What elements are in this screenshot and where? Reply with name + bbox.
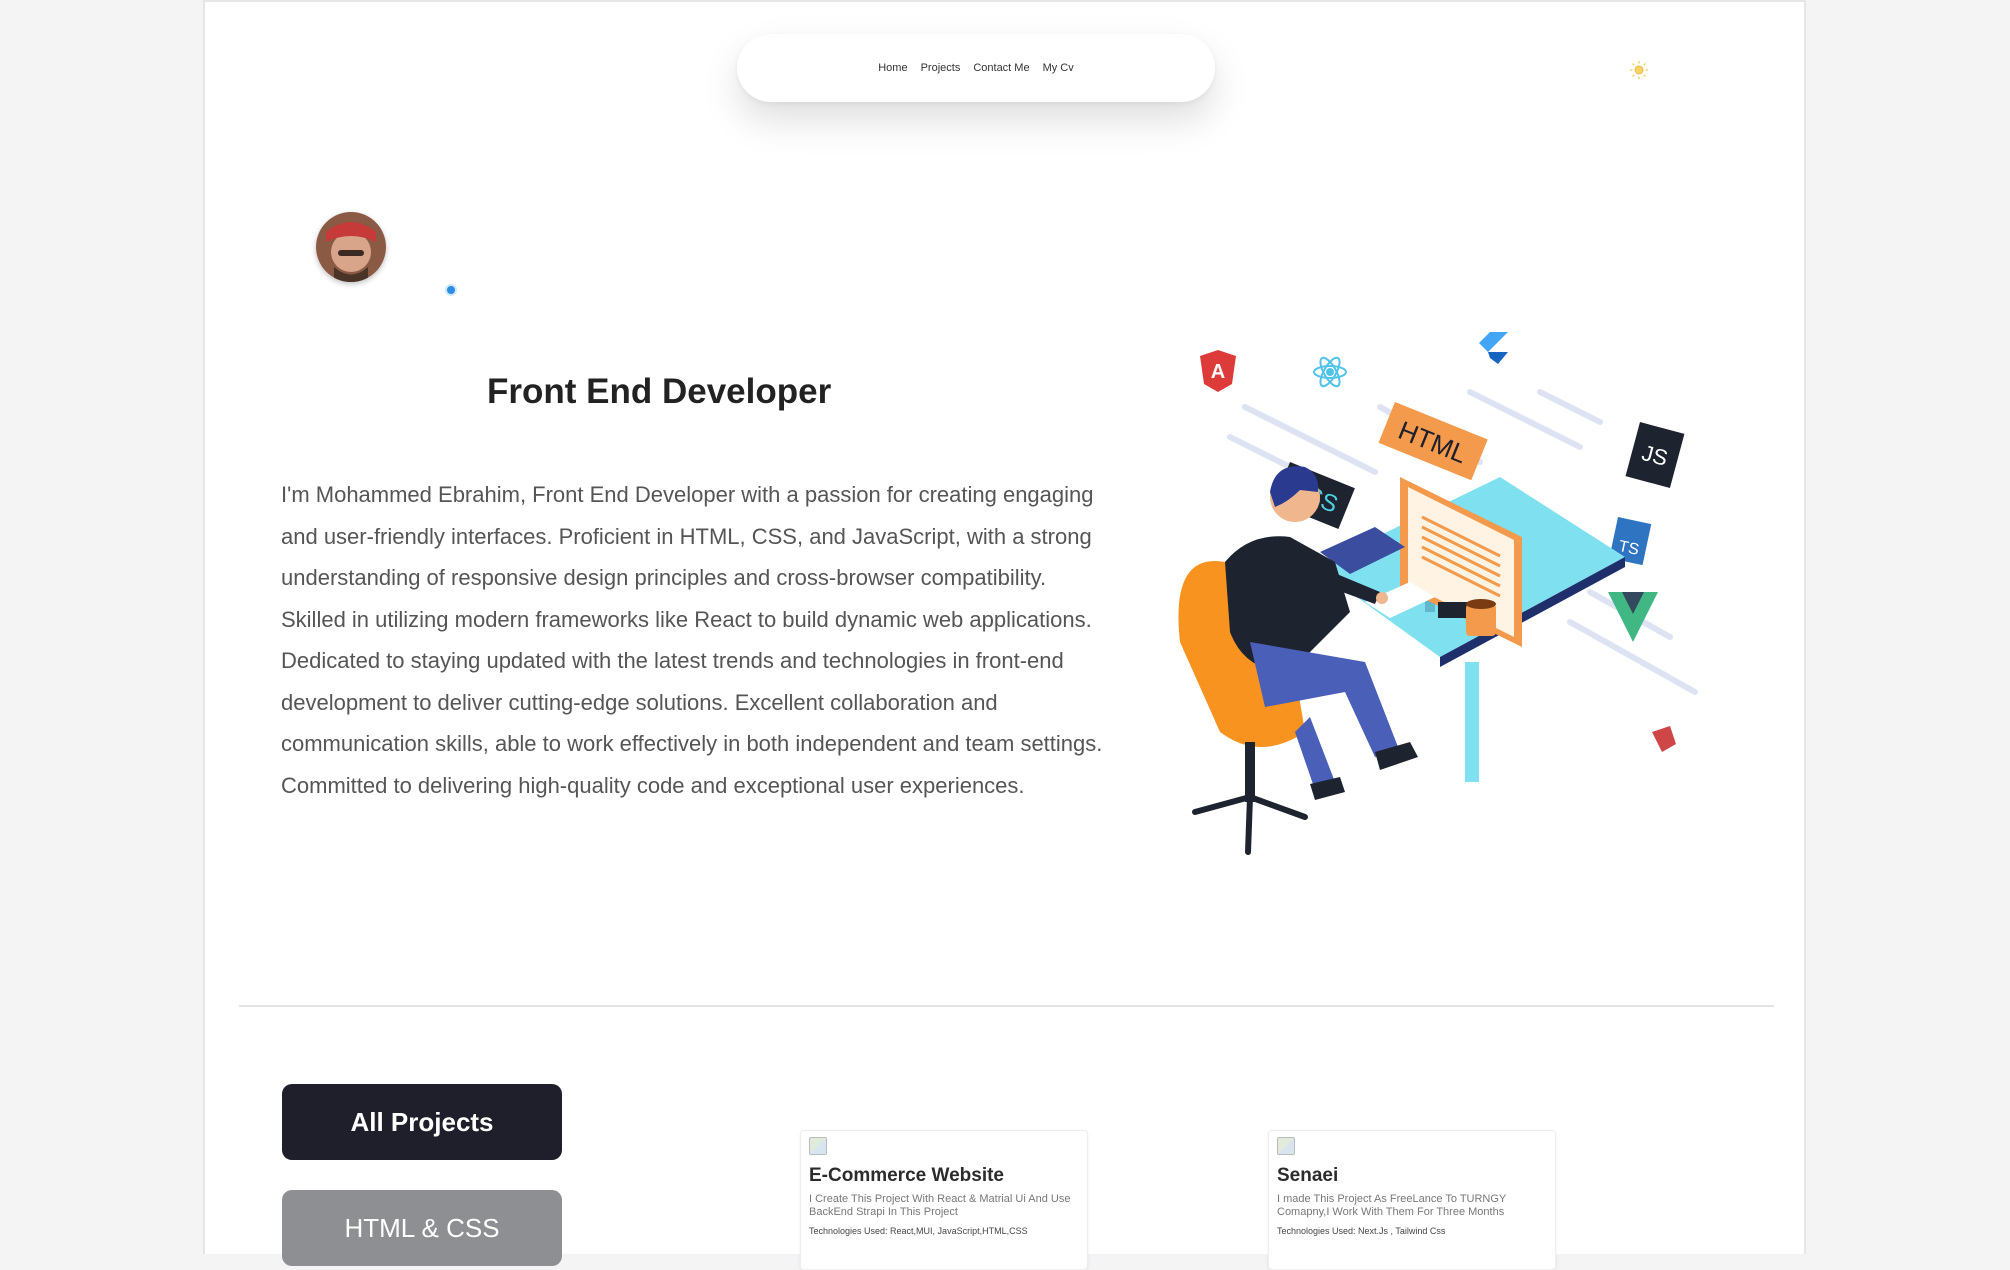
tool-icon — [1652, 726, 1676, 752]
section-divider — [239, 1005, 1774, 1007]
top-nav: Home Projects Contact Me My Cv — [737, 34, 1215, 102]
hero-description: I'm Mohammed Ebrahim, Front End Develope… — [281, 482, 1103, 798]
project-technologies: Technologies Used: React,MUI, JavaScript… — [809, 1226, 1028, 1236]
coffee-mug — [1466, 599, 1496, 636]
vue-icon — [1608, 592, 1658, 642]
angular-icon: A — [1200, 350, 1236, 392]
project-card[interactable]: Senaei I made This Project As FreeLance … — [1268, 1130, 1556, 1270]
project-technologies: Technologies Used: Next.Js , Tailwind Cs… — [1277, 1226, 1446, 1236]
svg-text:A: A — [1211, 361, 1225, 383]
flutter-icon — [1479, 332, 1508, 364]
project-title: E-Commerce Website — [809, 1165, 1004, 1186]
page-container: Home Projects Contact Me My Cv Front End… — [203, 0, 1806, 1270]
project-description: I Create This Project With React & Matri… — [809, 1193, 1071, 1218]
html-icon: HTML — [1378, 402, 1488, 481]
online-status-indicator — [445, 284, 457, 296]
nav-projects-link[interactable]: Projects — [921, 62, 961, 74]
project-card[interactable]: E-Commerce Website I Create This Project… — [800, 1130, 1088, 1270]
sun-icon — [1630, 61, 1648, 79]
developer-illustration: A HTML CSS JS TS — [1178, 332, 1698, 855]
react-icon — [1313, 356, 1347, 388]
theme-toggle-button[interactable] — [1627, 58, 1651, 82]
avatar — [316, 212, 386, 282]
html-css-filter-button[interactable]: HTML & CSS — [282, 1190, 562, 1266]
project-title: Senaei — [1277, 1165, 1339, 1186]
broken-image-icon — [1277, 1137, 1295, 1155]
all-projects-button[interactable]: All Projects — [282, 1084, 562, 1160]
nav-cv-link[interactable]: My Cv — [1043, 62, 1074, 74]
broken-image-icon — [809, 1137, 827, 1155]
nav-contact-link[interactable]: Contact Me — [973, 62, 1029, 74]
hero-title: Front End Developer — [487, 372, 832, 411]
project-description: I made This Project As FreeLance To TURN… — [1277, 1193, 1507, 1218]
nav-home-link[interactable]: Home — [878, 62, 907, 74]
js-icon: JS — [1625, 422, 1685, 488]
